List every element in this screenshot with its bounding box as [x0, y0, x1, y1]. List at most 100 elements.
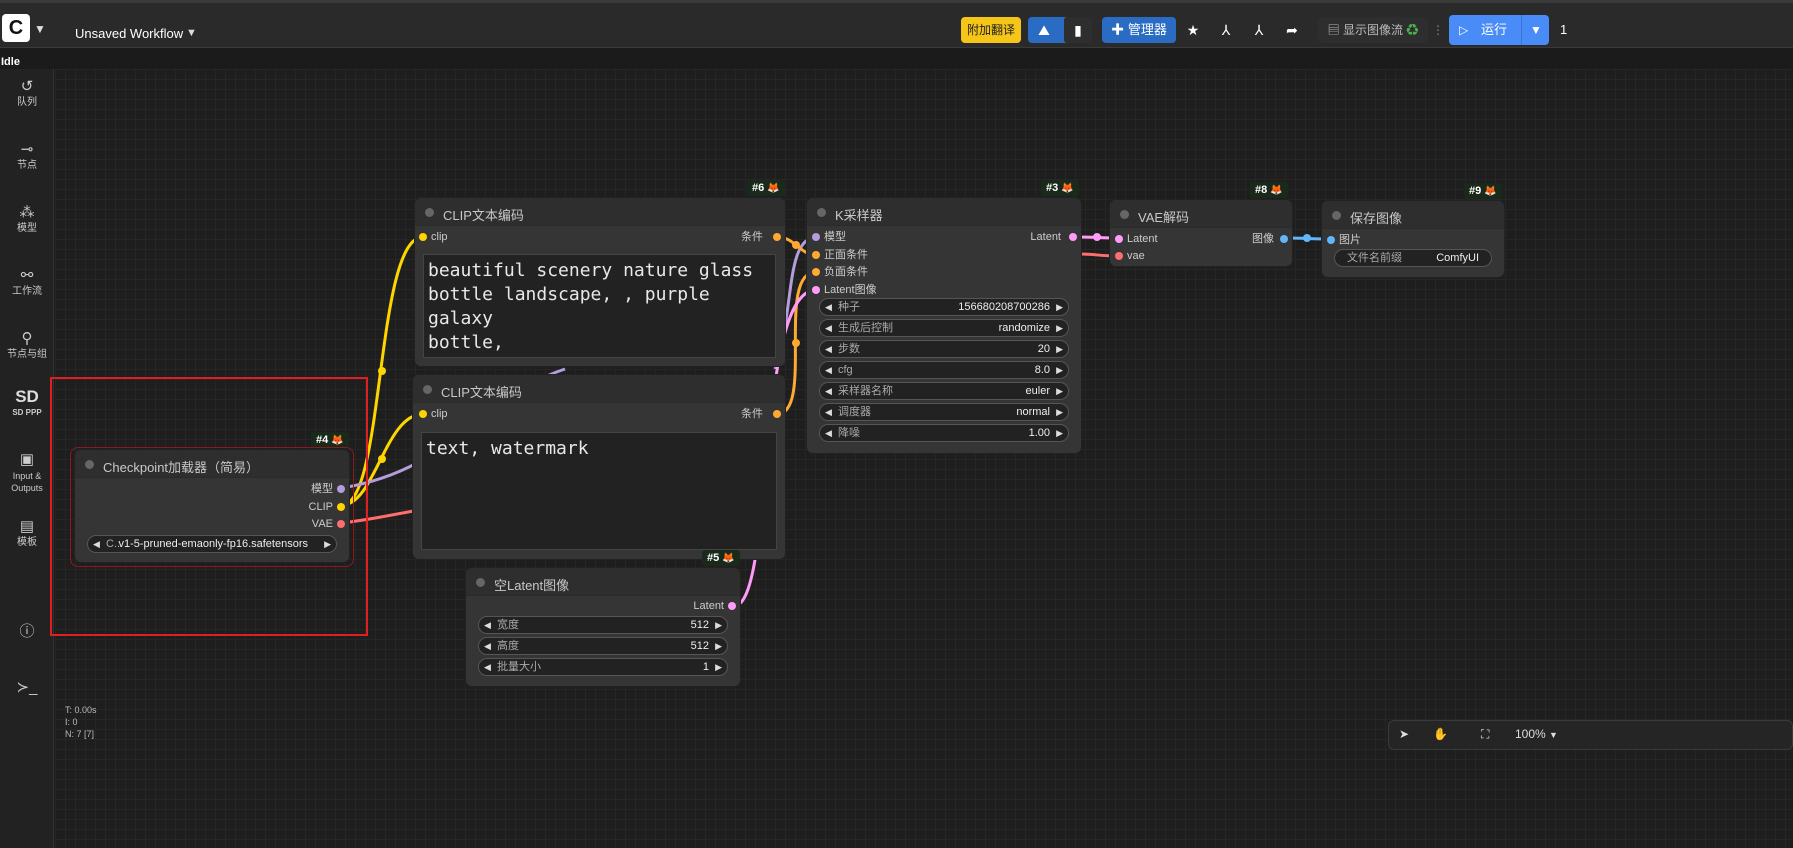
- arrow-right-icon: ▶: [1056, 407, 1063, 417]
- star-icon[interactable]: ★: [1179, 15, 1207, 45]
- sidebar-item-templates[interactable]: ▤ 模板: [0, 517, 54, 549]
- height-widget[interactable]: ◀ 高度 512 ▶: [478, 637, 728, 655]
- batch-size-widget[interactable]: ◀ 批量大小 1 ▶: [478, 658, 728, 676]
- help-button[interactable]: ⓘ: [0, 622, 54, 642]
- share-person-icon[interactable]: ⅄: [1212, 15, 1240, 45]
- input-slot-latent-image[interactable]: [812, 286, 820, 294]
- node-header[interactable]: 保存图像: [1322, 201, 1504, 229]
- sidebar-item-input-outputs[interactable]: ▣ Input & Outputs: [0, 450, 54, 494]
- status-text: Idle: [1, 56, 20, 68]
- output-slot-latent[interactable]: [728, 602, 736, 610]
- select-pointer-icon[interactable]: ➤: [1399, 727, 1409, 741]
- input-slot-negative[interactable]: [812, 268, 820, 276]
- denoise-widget[interactable]: ◀ 降噪 1.00 ▶: [819, 424, 1069, 442]
- node-clip-text-encode-negative[interactable]: CLIP文本编码 clip 条件 text, watermark: [413, 375, 785, 559]
- model-icon: ⁂: [19, 204, 35, 221]
- node-header[interactable]: K采样器: [807, 198, 1081, 226]
- node-header[interactable]: VAE解码: [1110, 200, 1292, 228]
- manager-label: 管理器: [1127, 22, 1167, 37]
- bookmark-icon[interactable]: ▮: [1064, 17, 1092, 43]
- output-slot-image[interactable]: [1280, 235, 1288, 243]
- node-vae-decode[interactable]: VAE解码 Latent vae 图像: [1110, 200, 1292, 266]
- workflow-menu-chevron-icon[interactable]: ▼: [186, 27, 197, 39]
- input-slot-clip[interactable]: [419, 233, 427, 241]
- output-slot-conditioning[interactable]: [773, 410, 781, 418]
- comfy-logo-icon[interactable]: C: [2, 14, 30, 42]
- seed-widget[interactable]: ◀ 种子 156680208700286 ▶: [819, 298, 1069, 316]
- sidebar-item-queue[interactable]: ↺ 队列: [0, 77, 54, 109]
- collapse-dot[interactable]: [817, 208, 826, 217]
- prompt-textarea[interactable]: beautiful scenery nature glass bottle la…: [423, 254, 776, 358]
- sampler-name-widget[interactable]: ◀ 采样器名称 euler ▶: [819, 382, 1069, 400]
- node-header[interactable]: CLIP文本编码: [415, 198, 785, 226]
- input-slot-images[interactable]: [1327, 236, 1335, 244]
- input-label-latent-image: Latent图像: [824, 284, 877, 296]
- width-widget[interactable]: ◀ 宽度 512 ▶: [478, 616, 728, 634]
- arrow-left-icon: ◀: [484, 662, 491, 672]
- arrow-right-icon: ▶: [1056, 365, 1063, 375]
- node-clip-text-encode-positive[interactable]: CLIP文本编码 clip 条件 beautiful scenery natur…: [415, 198, 785, 366]
- reroute-dot: [378, 455, 386, 463]
- node-header[interactable]: 空Latent图像: [466, 568, 740, 596]
- help-icon: ⓘ: [19, 623, 35, 640]
- input-slot-vae[interactable]: [1115, 252, 1123, 260]
- node-empty-latent-image[interactable]: 空Latent图像 Latent ◀ 宽度 512 ▶ ◀ 高度 512 ▶ ◀ 批量大小 1 ▶: [466, 568, 740, 686]
- chevron-down-icon[interactable]: ▼: [34, 22, 46, 36]
- template-icon: ▤: [19, 518, 35, 535]
- run-options-chevron-icon[interactable]: ▼: [1521, 15, 1542, 45]
- collapse-dot[interactable]: [476, 578, 485, 587]
- arrow-right-icon: ▶: [1056, 302, 1063, 312]
- node-header[interactable]: CLIP文本编码: [413, 375, 785, 403]
- terminal-button[interactable]: ≻_: [0, 678, 54, 698]
- input-slot-model[interactable]: [812, 233, 820, 241]
- prompt-textarea[interactable]: text, watermark: [421, 432, 777, 550]
- sidebar-item-sd-ppp[interactable]: SD SD PPP: [0, 387, 54, 419]
- share-user-icon[interactable]: ⅄: [1245, 15, 1273, 45]
- show-image-flow-button[interactable]: ▤ 显示图像流 ♻: [1318, 17, 1428, 43]
- hand-pan-icon[interactable]: ✋: [1433, 727, 1448, 741]
- scheduler-widget[interactable]: ◀ 调度器 normal ▶: [819, 403, 1069, 421]
- share-arrow-icon[interactable]: ➦: [1278, 15, 1306, 45]
- puzzle-icon: ✚: [1111, 22, 1125, 37]
- reroute-dot: [1093, 233, 1101, 241]
- arrow-left-icon: ◀: [825, 365, 832, 375]
- collapse-dot[interactable]: [1120, 210, 1129, 219]
- sidebar: ↺ 队列 ⊸ 节点 ⁂ 模型 ⚯ 工作流 ⚲ 节点与组 SD SD PPP ▣ …: [0, 69, 54, 848]
- control-after-generate-widget[interactable]: ◀ 生成后控制 randomize ▶: [819, 319, 1069, 337]
- fit-view-icon[interactable]: ⛶: [1481, 727, 1489, 742]
- sidebar-item-workflows[interactable]: ⚯ 工作流: [0, 266, 54, 298]
- node-id-badge: #6 🦊: [747, 180, 785, 196]
- steps-widget[interactable]: ◀ 步数 20 ▶: [819, 340, 1069, 358]
- manager-button[interactable]: ✚ 管理器: [1102, 17, 1176, 43]
- reroute-dot: [378, 367, 386, 375]
- node-save-image[interactable]: 保存图像 图片 文件名前缀 ComfyUI: [1322, 201, 1504, 277]
- zoom-level[interactable]: 100% ▼: [1515, 727, 1558, 741]
- collapse-dot[interactable]: [423, 385, 432, 394]
- show-image-flow-label: 显示图像流: [1342, 23, 1403, 37]
- collapse-dot[interactable]: [425, 208, 434, 217]
- output-label-image: 图像: [1252, 233, 1274, 245]
- input-label-negative: 负面条件: [824, 266, 868, 278]
- sidebar-item-node-groups[interactable]: ⚲ 节点与组: [0, 329, 54, 361]
- workflow-icon: ⚯: [20, 267, 34, 284]
- output-slot-conditioning[interactable]: [773, 233, 781, 241]
- input-label-positive: 正面条件: [824, 249, 868, 261]
- workflow-title[interactable]: Unsaved Workflow: [75, 26, 183, 41]
- filename-prefix-widget[interactable]: 文件名前缀 ComfyUI: [1334, 249, 1492, 267]
- cfg-widget[interactable]: ◀ cfg 8.0 ▶: [819, 361, 1069, 379]
- sidebar-item-nodes[interactable]: ⊸ 节点: [0, 140, 54, 172]
- run-button[interactable]: ▷ 运行 ▼: [1449, 15, 1549, 45]
- arrow-right-icon: ▶: [715, 662, 722, 672]
- node-ksampler[interactable]: K采样器 模型 正面条件 负面条件 Latent图像 Latent ◀ 种子 156…: [807, 198, 1081, 453]
- translate-button[interactable]: 附加翻译: [961, 17, 1021, 43]
- mountain-icon[interactable]: ⛰: [1030, 15, 1058, 45]
- input-slot-positive[interactable]: [812, 251, 820, 259]
- input-slot-clip[interactable]: [419, 410, 427, 418]
- input-slot-latent[interactable]: [1115, 235, 1123, 243]
- arrow-left-icon: ◀: [825, 386, 832, 396]
- sidebar-item-models[interactable]: ⁂ 模型: [0, 203, 54, 235]
- output-slot-latent[interactable]: [1069, 233, 1077, 241]
- node-id-badge: #3 🦊: [1041, 180, 1079, 196]
- collapse-dot[interactable]: [1332, 211, 1341, 220]
- output-label-conditioning: 条件: [741, 231, 763, 243]
